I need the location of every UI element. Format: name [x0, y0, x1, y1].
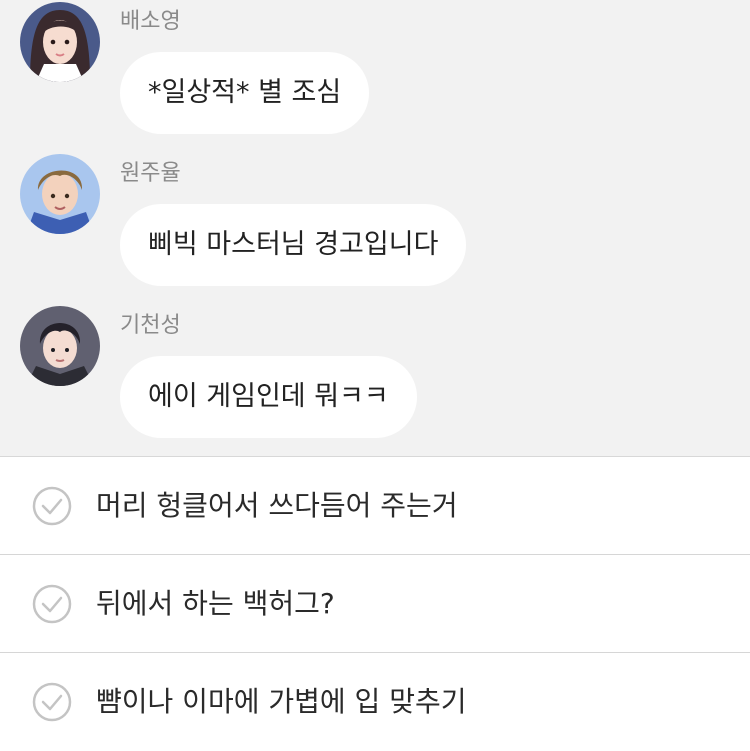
- chat-message: 원주율 삐빅 마스터님 경고입니다: [20, 154, 720, 294]
- choice-label: 머리 헝클어서 쓰다듬어 주는거: [96, 489, 458, 522]
- message-bubble: 삐빅 마스터님 경고입니다: [120, 204, 467, 286]
- check-circle-icon: [32, 486, 72, 526]
- message-bubble: *일상적* 별 조심: [120, 52, 370, 134]
- male-avatar-light-hair-icon: [20, 154, 100, 234]
- sender-name: 기천성: [120, 313, 181, 338]
- choice-label: 뺨이나 이마에 가볍에 입 맞추기: [96, 685, 467, 718]
- sender-name: 원주율: [120, 161, 181, 186]
- reply-choices: 머리 헝클어서 쓰다듬어 주는거 뒤에서 하는 백허그? 뺨이나 이마에 가볍에…: [0, 456, 750, 749]
- choice-option[interactable]: 뺨이나 이마에 가볍에 입 맞추기: [0, 653, 750, 751]
- choice-label: 뒤에서 하는 백허그?: [96, 587, 335, 620]
- female-avatar-icon: [20, 2, 100, 82]
- chat-message: 기천성 에이 게임인데 뭐ㅋㅋ: [20, 306, 720, 446]
- avatar: [20, 154, 100, 234]
- male-avatar-dark-hair-icon: [20, 306, 100, 386]
- avatar: [20, 306, 100, 386]
- sender-name: 배소영: [120, 9, 181, 34]
- check-circle-icon: [32, 682, 72, 722]
- chat-area: 배소영 *일상적* 별 조심 원주율 삐빅 마스터님 경고입니다 기천성 에이 …: [0, 0, 750, 456]
- chat-message: 배소영 *일상적* 별 조심: [20, 2, 720, 142]
- choice-option[interactable]: 머리 헝클어서 쓰다듬어 주는거: [0, 457, 750, 555]
- avatar: [20, 2, 100, 82]
- check-circle-icon: [32, 584, 72, 624]
- message-bubble: 에이 게임인데 뭐ㅋㅋ: [120, 356, 417, 438]
- choice-option[interactable]: 뒤에서 하는 백허그?: [0, 555, 750, 653]
